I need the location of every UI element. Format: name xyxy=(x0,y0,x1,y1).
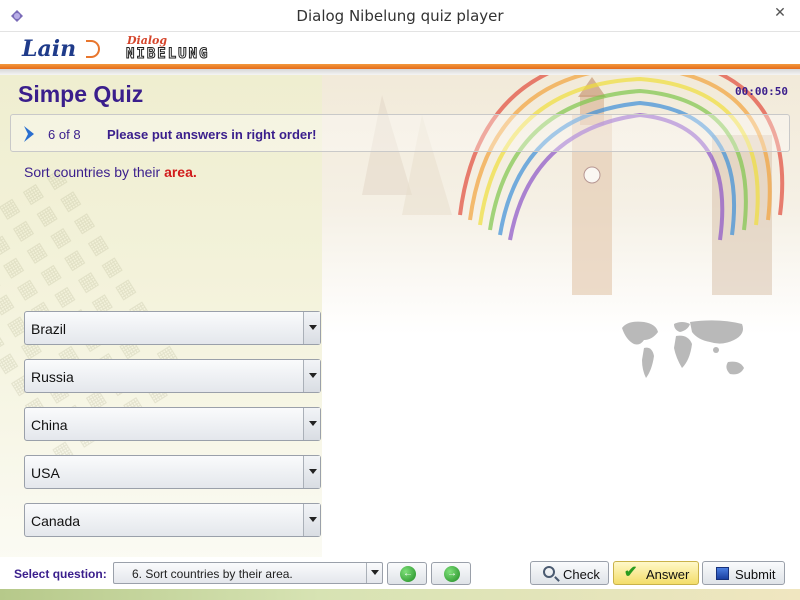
chevron-down-icon[interactable] xyxy=(366,563,382,583)
lain-logo-text: Lain xyxy=(22,36,77,62)
quiz-title: Simpe Quiz xyxy=(18,81,144,107)
next-question-button[interactable] xyxy=(431,562,471,585)
question-number: 6 xyxy=(48,127,56,142)
submit-button-label: Submit xyxy=(735,567,776,582)
check-button[interactable]: Check xyxy=(530,561,609,585)
select-question-dropdown[interactable]: 6. Sort countries by their area. xyxy=(113,562,383,584)
previous-question-button[interactable] xyxy=(387,562,427,585)
arrow-right-circle-icon xyxy=(444,566,460,582)
chevron-down-icon[interactable] xyxy=(303,360,320,392)
order-slot-4-value: USA xyxy=(31,465,60,481)
prompt-text: Sort countries by their xyxy=(24,164,165,180)
quiz-content: ▦ ▦ ▦ ▦ ▦ ▦ ▦ ▦ ▦ ▦ ▦ ▦ ▦ ▦ ▦ ▦ ▦ ▦ ▦ ▦ ▦ ▦… xyxy=(0,75,800,565)
submit-square-icon xyxy=(716,567,729,580)
question-header-bar: 6 of 8 Please put answers in right order… xyxy=(10,114,790,152)
order-slot-5-value: Canada xyxy=(31,513,81,529)
world-map-icon xyxy=(622,320,744,378)
order-slot-3-value: China xyxy=(31,417,68,433)
title-bar: Dialog Nibelung quiz player ✕ xyxy=(0,0,800,32)
order-slot-5-dropdown[interactable]: Canada xyxy=(24,503,321,537)
lain-logo: Lain xyxy=(22,36,100,62)
select-question-label: Select question: xyxy=(14,567,107,581)
close-icon[interactable]: ✕ xyxy=(766,2,794,22)
order-slot-2-dropdown[interactable]: Russia xyxy=(24,359,321,393)
order-slot-1-value: Brazil xyxy=(31,321,67,337)
chevron-down-icon[interactable] xyxy=(303,456,320,488)
magnifier-icon xyxy=(543,566,555,578)
footer-decorative-stripe xyxy=(0,589,800,600)
question-prompt: Sort countries by their area. xyxy=(24,164,197,180)
prompt-highlight: area. xyxy=(164,164,197,180)
check-button-label: Check xyxy=(563,567,600,582)
checkmark-icon: ✔ xyxy=(624,564,638,581)
question-total: of 8 xyxy=(58,127,81,142)
order-slot-4-dropdown[interactable]: USA xyxy=(24,455,321,489)
question-counter: 6 of 8 xyxy=(48,127,81,142)
answer-button[interactable]: ✔ Answer xyxy=(613,561,699,585)
nibelung-logo-text: NIBELUNG xyxy=(125,46,210,63)
quiz-timer: 00:00:50 xyxy=(735,85,788,98)
arrow-left-circle-icon xyxy=(400,566,416,582)
window-title: Dialog Nibelung quiz player xyxy=(296,7,504,25)
order-slot-2-value: Russia xyxy=(31,369,74,385)
answer-button-label: Answer xyxy=(646,567,690,582)
order-slot-1-dropdown[interactable]: Brazil xyxy=(24,311,321,345)
lain-logo-arc xyxy=(86,40,100,58)
order-slot-3-dropdown[interactable]: China xyxy=(24,407,321,441)
chevron-down-icon[interactable] xyxy=(303,408,320,440)
chevron-right-icon xyxy=(24,126,34,142)
chevron-down-icon[interactable] xyxy=(303,504,320,536)
logo-header: Lain Dialog NIBELUNG xyxy=(0,32,800,68)
question-instruction: Please put answers in right order! xyxy=(107,127,317,142)
select-question-value: 6. Sort countries by their area. xyxy=(132,567,293,581)
submit-button[interactable]: Submit xyxy=(702,561,785,585)
chevron-down-icon[interactable] xyxy=(303,312,320,344)
